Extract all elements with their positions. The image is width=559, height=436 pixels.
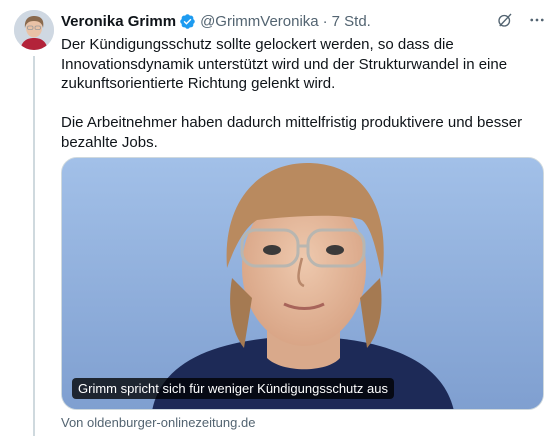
tweet-text: Der Kündigungsschutz sollte gelockert we… xyxy=(61,35,531,152)
timestamp[interactable]: 7 Std. xyxy=(332,13,371,30)
verified-badge-icon xyxy=(179,13,196,30)
header-actions xyxy=(495,10,547,30)
link-card-image[interactable]: Grimm spricht sich für weniger Kündigung… xyxy=(61,157,544,410)
avatar[interactable] xyxy=(14,10,54,50)
tweet[interactable]: Veronika Grimm @GrimmVeronika · 7 Std. D… xyxy=(0,0,559,436)
grok-icon[interactable] xyxy=(495,10,515,30)
display-name[interactable]: Veronika Grimm xyxy=(61,13,176,30)
card-caption: Grimm spricht sich für weniger Kündigung… xyxy=(72,378,394,399)
tweet-paragraph: Der Kündigungsschutz sollte gelockert we… xyxy=(61,36,508,92)
tweet-header: Veronika Grimm @GrimmVeronika · 7 Std. xyxy=(61,10,371,32)
more-icon[interactable] xyxy=(527,10,547,30)
card-source-link[interactable]: Von oldenburger-onlinezeitung.de xyxy=(61,415,255,430)
thread-line xyxy=(33,56,35,436)
handle[interactable]: @GrimmVeronika xyxy=(200,13,319,30)
tweet-paragraph: Die Arbeitnehmer haben dadurch mittelfri… xyxy=(61,114,523,151)
portrait-photo xyxy=(62,158,543,409)
separator: · xyxy=(322,12,328,30)
